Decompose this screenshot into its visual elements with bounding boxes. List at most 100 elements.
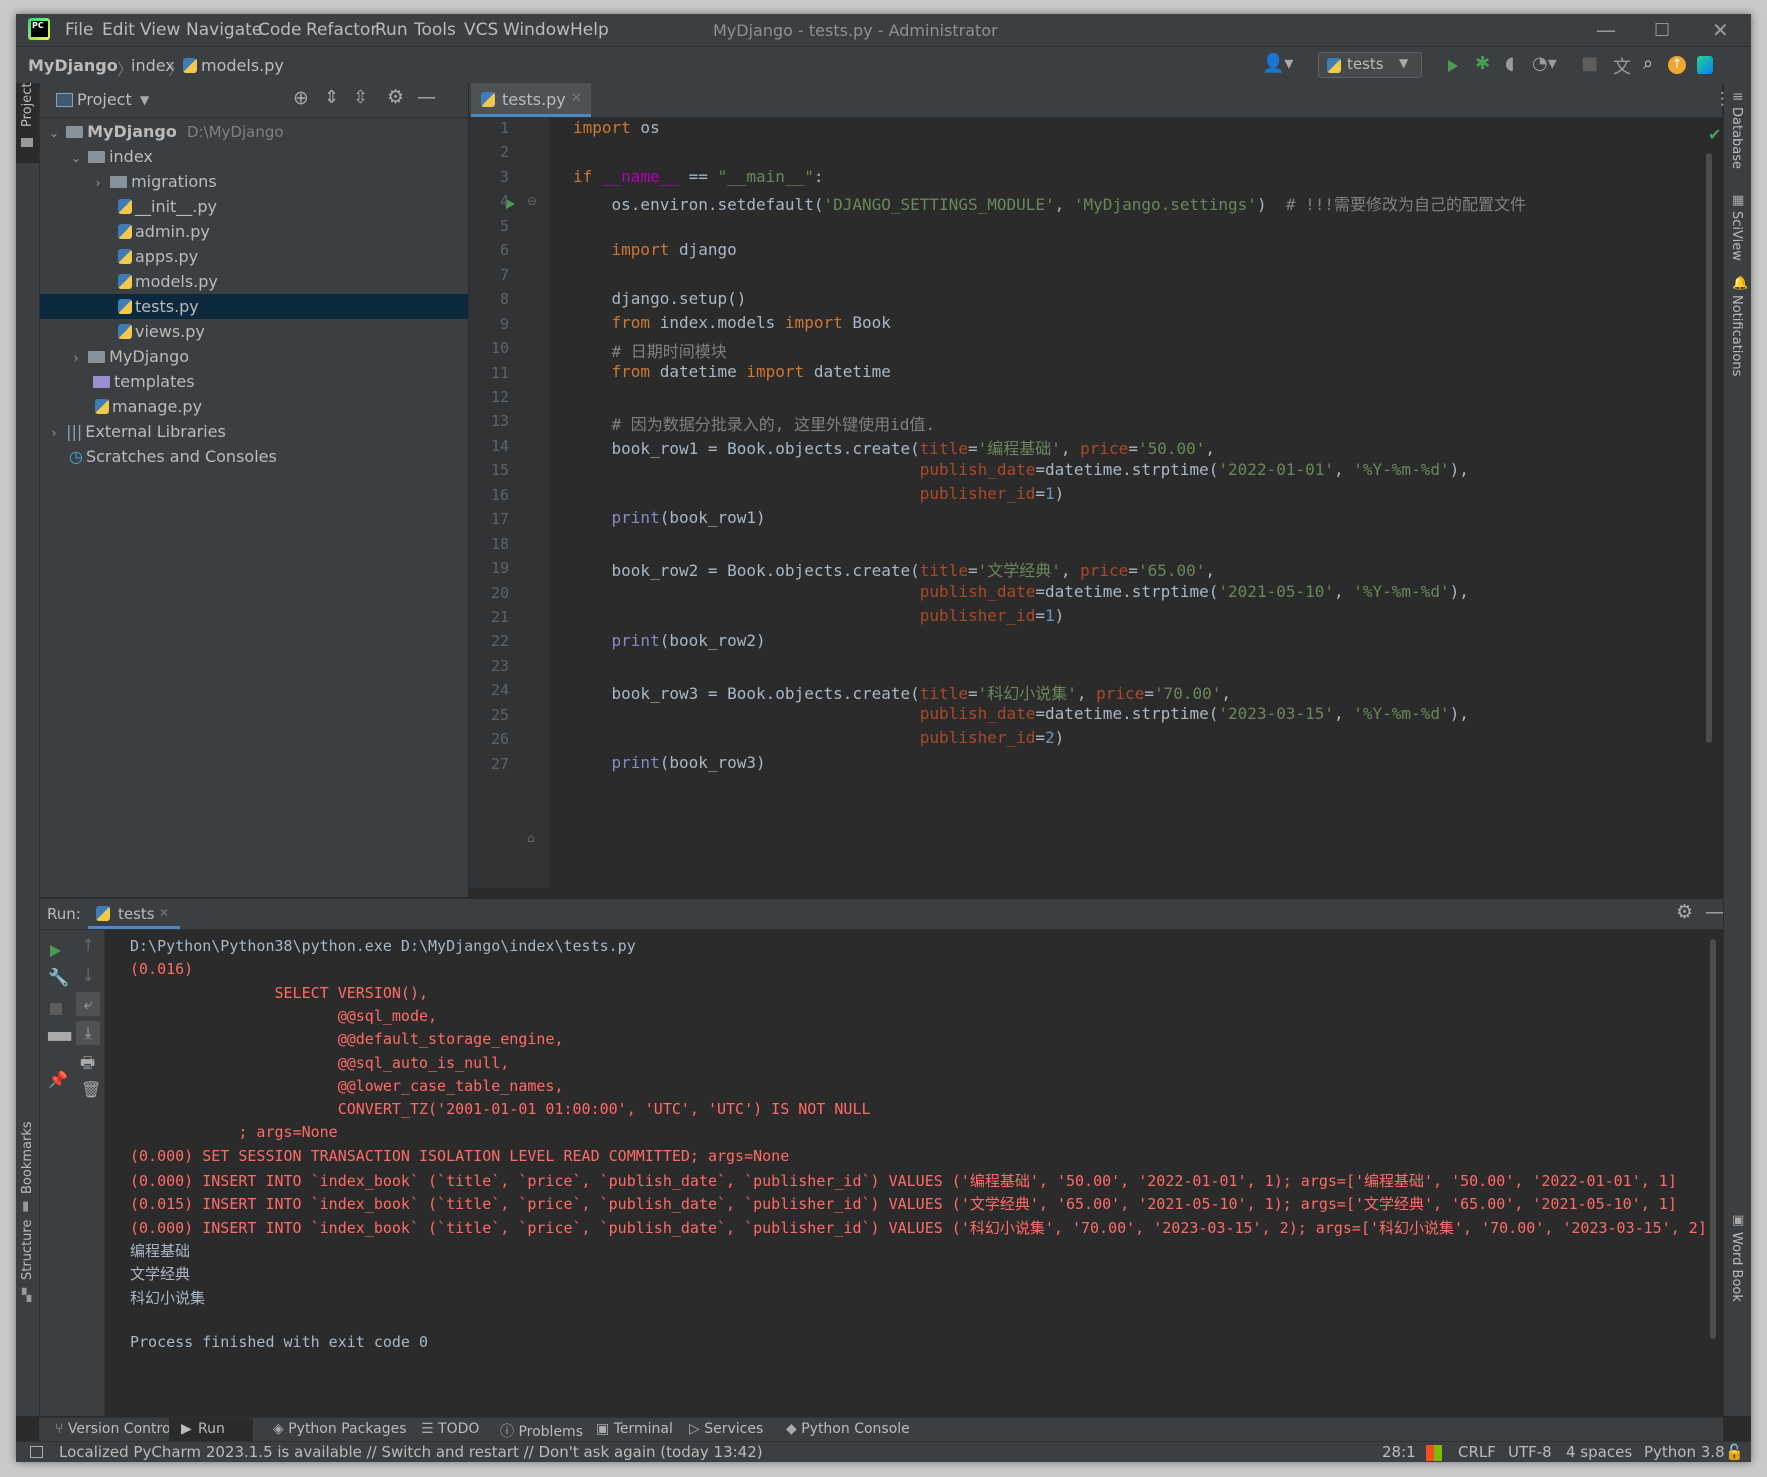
breadcrumb-project[interactable]: MyDjango xyxy=(28,56,118,75)
soft-wrap-icon[interactable]: ⤶ xyxy=(76,992,100,1016)
file-encoding[interactable]: UTF-8 xyxy=(1508,1443,1552,1461)
jetbrains-icon[interactable] xyxy=(1697,56,1713,74)
profile-icon[interactable]: ◔▾ xyxy=(1532,53,1557,74)
notifications-tool-label[interactable]: Notifications xyxy=(1729,295,1744,376)
tab-label: tests.py xyxy=(502,90,566,109)
stop-icon[interactable]: ■ xyxy=(1581,53,1598,74)
lock-icon[interactable]: 🔓 xyxy=(1725,1443,1744,1461)
project-panel: Project ▼ ⊕ ⇕ ⇳ ⚙ — ⌄ MyDjango D:\MyDjan… xyxy=(40,83,468,897)
close-icon[interactable]: ✕ xyxy=(1712,18,1729,42)
menu-file[interactable]: File xyxy=(65,20,93,40)
search-icon[interactable]: ⌕ xyxy=(1643,53,1653,74)
status-message[interactable]: Localized PyCharm 2023.1.5 is available … xyxy=(59,1443,763,1461)
hide-panel-icon[interactable]: — xyxy=(1705,901,1724,923)
menu-tools[interactable]: Tools xyxy=(414,20,456,40)
menu-vcs[interactable]: VCS xyxy=(464,20,498,40)
tree-item-admin-py[interactable]: admin.py xyxy=(40,219,468,244)
line-number: 3 xyxy=(499,167,509,186)
editor-scrollbar[interactable] xyxy=(1706,153,1712,743)
project-view-selector[interactable]: Project xyxy=(77,90,132,109)
tab-version-control[interactable]: ⑂ Version Control xyxy=(55,1421,174,1437)
coverage-icon[interactable]: ◖ xyxy=(1505,53,1514,74)
tree-item-manage-py[interactable]: manage.py xyxy=(40,394,468,419)
print-icon[interactable]: 🖶 xyxy=(80,1052,95,1079)
fold-end-icon[interactable]: ⌂ xyxy=(527,831,535,845)
tab-services[interactable]: ▷ Services xyxy=(689,1421,763,1437)
tab-problems[interactable]: ⓘ Problems xyxy=(500,1421,583,1441)
menu-run[interactable]: Run xyxy=(375,20,408,40)
wrench-icon[interactable]: 🔧 xyxy=(48,968,69,988)
code-editor[interactable]: tests.py ✕ ⋮ ✔ ⊖ ⌂ 1 2 3 4 5 6 7 8 9 10 11 12 13 14 15… xyxy=(469,83,1731,897)
menu-refactor[interactable]: Refactor xyxy=(306,20,377,40)
maximize-icon[interactable]: ☐ xyxy=(1654,20,1670,41)
scroll-to-end-icon[interactable]: ⤓ xyxy=(76,1021,100,1045)
project-tool-tab[interactable]: Project xyxy=(16,83,39,163)
run-config-selector[interactable]: tests ▼ xyxy=(1318,52,1422,78)
database-tool-label[interactable]: Database xyxy=(1729,107,1744,169)
tree-item-apps-py[interactable]: apps.py xyxy=(40,244,468,269)
menu-help[interactable]: Help xyxy=(570,20,609,40)
up-arrow-icon[interactable]: ↑ xyxy=(81,936,95,956)
caret-position[interactable]: 28:1 xyxy=(1382,1443,1416,1461)
chevron-down-icon[interactable]: ▼ xyxy=(140,93,149,107)
minimize-icon[interactable]: — xyxy=(1596,18,1616,42)
gear-icon[interactable]: ⚙ xyxy=(387,86,404,108)
menu-edit[interactable]: Edit xyxy=(102,20,135,40)
fold-icon[interactable]: ⊖ xyxy=(527,194,537,208)
expand-all-icon[interactable]: ⇕ xyxy=(324,87,339,108)
more-options-icon[interactable]: ⋮ xyxy=(1714,89,1731,109)
menu-window[interactable]: Window xyxy=(503,20,570,40)
tree-item-mydjango-package[interactable]: › MyDjango xyxy=(40,344,468,369)
locate-icon[interactable]: ⊕ xyxy=(293,87,309,109)
structure-tool-label[interactable]: Structure xyxy=(20,1220,35,1280)
sciview-tool-label[interactable]: SciView xyxy=(1729,211,1744,261)
tree-item-external-libraries[interactable]: › ||| External Libraries xyxy=(40,419,468,444)
tab-python-packages[interactable]: ◈ Python Packages xyxy=(273,1421,407,1437)
tab-terminal[interactable]: ▣ Terminal xyxy=(596,1421,673,1437)
tree-item-migrations[interactable]: › migrations xyxy=(40,169,468,194)
tree-item-index[interactable]: ⌄ index xyxy=(40,144,468,169)
bookmarks-tool-label[interactable]: Bookmarks xyxy=(20,1121,35,1194)
layout-icon[interactable]: ▀▀ xyxy=(48,1032,71,1050)
tab-tests-py[interactable]: tests.py ✕ xyxy=(471,83,591,117)
python-interpreter[interactable]: Python 3.8 xyxy=(1644,1443,1725,1461)
menu-code[interactable]: Code xyxy=(258,20,302,40)
update-icon[interactable]: ↑ xyxy=(1668,56,1686,74)
tool-windows-icon[interactable] xyxy=(30,1446,43,1458)
stop-icon[interactable] xyxy=(50,1003,62,1015)
line-number: 25 xyxy=(490,705,509,724)
pin-icon[interactable]: 📌 xyxy=(48,1070,68,1089)
user-icon[interactable]: 👤▾ xyxy=(1262,53,1293,74)
wordbook-tool-label[interactable]: Word Book xyxy=(1729,1232,1744,1302)
line-separator[interactable]: CRLF xyxy=(1458,1443,1496,1461)
line-number: 5 xyxy=(499,216,509,235)
tree-item-scratches[interactable]: ◷ Scratches and Consoles xyxy=(40,444,468,469)
tree-item-init-py[interactable]: __init__.py xyxy=(40,194,468,219)
tree-item-project-root[interactable]: ⌄ MyDjango D:\MyDjango xyxy=(40,119,468,144)
run-icon[interactable] xyxy=(1448,57,1458,76)
console-scrollbar[interactable] xyxy=(1710,939,1716,1339)
trash-icon[interactable]: 🗑 xyxy=(81,1080,101,1099)
breadcrumb-file[interactable]: models.py xyxy=(201,56,284,75)
tab-python-console[interactable]: ◆ Python Console xyxy=(786,1421,910,1437)
down-arrow-icon[interactable]: ↓ xyxy=(81,966,95,986)
menu-navigate[interactable]: Navigate xyxy=(186,20,262,40)
indent-setting[interactable]: 4 spaces xyxy=(1566,1443,1632,1461)
tree-item-tests-py[interactable]: tests.py xyxy=(40,294,468,319)
translate-icon[interactable]: 文 xyxy=(1613,53,1631,79)
tree-item-views-py[interactable]: views.py xyxy=(40,319,468,344)
menu-view[interactable]: View xyxy=(140,20,180,40)
tab-todo[interactable]: ☰ TODO xyxy=(421,1421,479,1437)
bottom-tab-label: Run xyxy=(198,1421,225,1437)
collapse-all-icon[interactable]: ⇳ xyxy=(353,87,368,108)
hide-panel-icon[interactable]: — xyxy=(417,86,436,108)
close-tab-icon[interactable]: ✕ xyxy=(571,91,582,106)
tree-item-templates[interactable]: templates xyxy=(40,369,468,394)
debug-icon[interactable]: ✱ xyxy=(1475,53,1490,74)
tab-run[interactable]: ▶ Run xyxy=(169,1418,253,1442)
run-tab-tests[interactable]: tests ✕ xyxy=(88,899,180,929)
tree-item-models-py[interactable]: models.py xyxy=(40,269,468,294)
gear-icon[interactable]: ⚙ xyxy=(1676,901,1693,923)
rerun-icon[interactable] xyxy=(50,942,61,961)
close-tab-icon[interactable]: ✕ xyxy=(159,906,169,920)
